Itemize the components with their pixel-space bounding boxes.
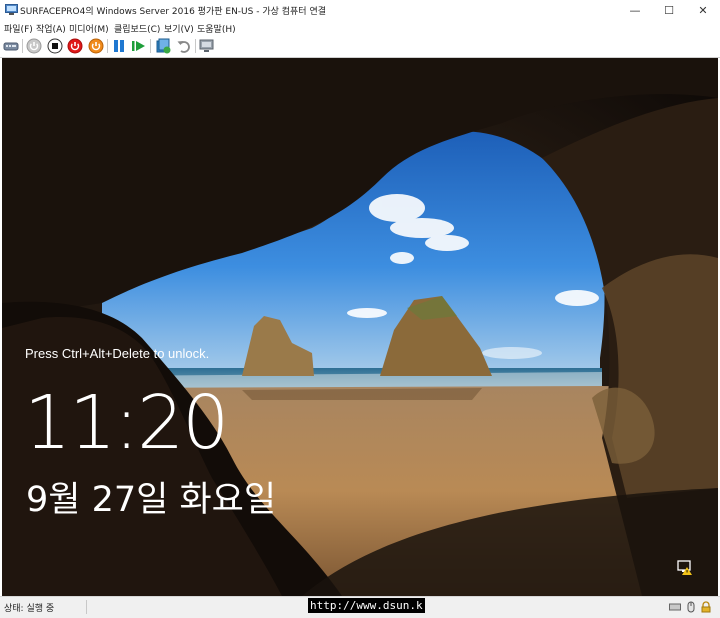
menu-action[interactable]: 작업(A) [36,22,66,35]
unlock-prompt: Press Ctrl+Alt+Delete to unlock. [25,346,210,361]
keyboard-icon [669,603,681,611]
lock-screen-clock: 11:20 [24,380,229,466]
network-status-icon[interactable] [676,558,694,576]
toolbar-separator [150,39,151,53]
close-button[interactable]: ✕ [686,0,720,21]
lock-screen-date: 9월 27일 화요일 [26,480,277,520]
vm-screen[interactable]: Press Ctrl+Alt+Delete to unlock. 11:20 9… [2,58,718,596]
pause-icon[interactable] [111,38,127,54]
ctrl-alt-del-icon[interactable] [3,38,19,54]
power-icon[interactable] [88,38,104,54]
maximize-button[interactable]: ☐ [652,0,686,21]
menu-help[interactable]: 도움말(H) [197,22,236,35]
toolbar-separator [107,39,108,53]
menu-view[interactable]: 보기(V) [164,22,194,35]
enhanced-session-icon[interactable] [199,38,215,54]
menu-file[interactable]: 파일(F) [4,22,33,35]
menu-media[interactable]: 미디어(M) [69,22,109,35]
toolbar-separator [195,39,196,53]
turn-off-icon[interactable] [47,38,63,54]
revert-icon[interactable] [176,38,192,54]
status-divider [86,600,87,614]
title-bar: SURFACEPRO4의 Windows Server 2016 평가판 EN-… [0,0,720,22]
menu-clipboard[interactable]: 클립보드(C) [114,22,160,35]
menu-bar: 파일(F) 작업(A) 미디어(M) 클립보드(C) 보기(V) 도움말(H) [0,21,720,35]
vm-connection-app-icon [5,4,18,15]
start-icon[interactable] [26,38,42,54]
mouse-icon [687,601,695,613]
vm-status-text: 상태: 실행 중 [4,604,55,614]
window-title: SURFACEPRO4의 Windows Server 2016 평가판 EN-… [20,7,326,17]
resume-icon[interactable] [131,38,147,54]
minimize-button[interactable]: — [618,0,652,21]
watermark-url: http://www.dsun.k [308,598,425,613]
toolbar-separator [22,39,23,53]
shut-down-icon[interactable] [67,38,83,54]
toolbar [0,35,720,58]
checkpoint-icon[interactable] [155,38,171,54]
lock-icon [701,601,711,613]
